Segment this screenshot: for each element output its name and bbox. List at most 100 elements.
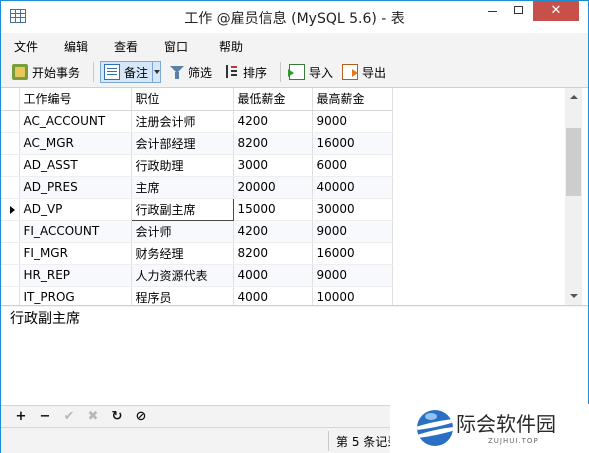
table-row[interactable]: FI_MGR 财务经理 8200 16000 <box>1 242 393 265</box>
memo-panel[interactable]: 行政副主席 <box>1 307 588 405</box>
table-cell[interactable]: AD_VP <box>19 198 132 221</box>
minimize-button[interactable] <box>479 1 505 21</box>
import-icon <box>288 64 305 80</box>
filter-icon <box>170 65 184 79</box>
title-bar: 工作 @雇员信息 (MySQL 5.6) - 表 ✕ <box>1 1 588 33</box>
column-header[interactable]: 最高薪金 <box>312 88 393 111</box>
header-row: 工作编号 职位 最低薪金 最高薪金 <box>1 88 393 111</box>
table-row[interactable]: AD_PRES 主席 20000 40000 <box>1 176 393 199</box>
begin-transaction-button[interactable]: 开始事务 <box>9 61 83 83</box>
sort-icon <box>223 64 239 80</box>
table-cell[interactable]: 10000 <box>312 286 393 305</box>
table-row[interactable]: FI_ACCOUNT 会计师 4200 9000 <box>1 220 393 243</box>
table-cell[interactable]: 4000 <box>233 286 313 305</box>
table-cell[interactable]: 16000 <box>312 242 393 265</box>
minimize-icon <box>487 11 497 12</box>
table-cell[interactable]: HR_REP <box>19 264 132 287</box>
table-cell[interactable]: 30000 <box>312 198 393 221</box>
table-row-current[interactable]: AD_VP 行政副主席 15000 30000 <box>1 197 393 221</box>
table-cell[interactable]: AD_ASST <box>19 154 132 177</box>
close-button[interactable]: ✕ <box>533 1 579 21</box>
close-icon: ✕ <box>550 3 562 18</box>
table-cell[interactable]: 主席 <box>131 176 234 199</box>
memo-text: 行政副主席 <box>10 311 80 327</box>
menu-window[interactable]: 窗口 <box>164 38 188 55</box>
menu-help[interactable]: 帮助 <box>219 38 243 55</box>
row-indicator[interactable] <box>1 198 20 221</box>
table-cell[interactable]: 9000 <box>312 110 393 133</box>
table-cell[interactable]: AD_PRES <box>19 176 132 199</box>
add-record-button[interactable]: + <box>12 408 30 426</box>
table-cell[interactable]: AC_ACCOUNT <box>19 110 132 133</box>
table-cell[interactable]: 行政助理 <box>131 154 234 177</box>
table-cell[interactable]: FI_ACCOUNT <box>19 220 132 243</box>
table-cell[interactable]: 程序员 <box>131 286 234 305</box>
row-indicator[interactable] <box>1 242 20 265</box>
table-row[interactable]: AD_ASST 行政助理 3000 6000 <box>1 154 393 177</box>
table-cell[interactable]: 3000 <box>233 154 313 177</box>
table-cell[interactable]: 会计部经理 <box>131 132 234 155</box>
refresh-button[interactable]: ↻ <box>108 408 126 426</box>
menu-view[interactable]: 查看 <box>114 38 138 55</box>
row-indicator[interactable] <box>1 110 20 133</box>
import-button[interactable]: 导入 <box>286 61 336 83</box>
table-cell[interactable]: 4000 <box>233 264 313 287</box>
apply-changes-button[interactable]: ✔ <box>60 408 78 426</box>
table-cell[interactable]: 16000 <box>312 132 393 155</box>
table-cell[interactable]: 9000 <box>312 220 393 243</box>
table-cell[interactable]: 财务经理 <box>131 242 234 265</box>
watermark-name: 际会软件园 <box>456 412 556 436</box>
table-cell[interactable]: 15000 <box>233 198 313 221</box>
table-cell[interactable]: 20000 <box>233 176 313 199</box>
table-cell[interactable]: IT_PROG <box>19 286 132 305</box>
column-header[interactable]: 工作编号 <box>19 88 132 111</box>
vertical-scrollbar[interactable] <box>565 88 582 305</box>
filter-label: 筛选 <box>188 65 213 80</box>
table-cell[interactable]: 4200 <box>233 110 313 133</box>
menu-edit[interactable]: 编辑 <box>64 38 88 55</box>
column-header[interactable]: 职位 <box>131 88 234 111</box>
table-cell[interactable]: AC_MGR <box>19 132 132 155</box>
scroll-down-icon[interactable] <box>565 288 582 305</box>
filter-button[interactable]: 筛选 <box>167 61 215 83</box>
row-indicator[interactable] <box>1 176 20 199</box>
maximize-button[interactable] <box>505 1 531 21</box>
menu-file[interactable]: 文件 <box>14 38 38 55</box>
column-header[interactable]: 最低薪金 <box>233 88 313 111</box>
table-row[interactable]: AC_MGR 会计部经理 8200 16000 <box>1 132 393 155</box>
table-cell-active[interactable]: 行政副主席 <box>130 197 234 221</box>
table-cell[interactable]: 注册会计师 <box>131 110 234 133</box>
discard-changes-button[interactable]: ✖ <box>84 408 102 426</box>
toolbar-separator <box>93 62 94 82</box>
row-indicator[interactable] <box>1 154 20 177</box>
table-cell[interactable]: 4200 <box>233 220 313 243</box>
row-indicator[interactable] <box>1 286 20 305</box>
table-cell[interactable]: 9000 <box>312 264 393 287</box>
scroll-up-icon[interactable] <box>565 88 582 105</box>
toolbar: 开始事务 备注 筛选 排序 导入 导出 <box>1 58 588 86</box>
table-cell[interactable]: 会计师 <box>131 220 234 243</box>
table-cell[interactable]: 8200 <box>233 242 313 265</box>
stop-button[interactable]: ⊘ <box>132 408 150 426</box>
memo-dropdown-icon[interactable] <box>152 61 161 83</box>
table-cell[interactable]: 人力资源代表 <box>131 264 234 287</box>
table-row[interactable]: HR_REP 人力资源代表 4000 9000 <box>1 264 393 287</box>
delete-record-button[interactable]: − <box>36 408 54 426</box>
table-cell[interactable]: FI_MGR <box>19 242 132 265</box>
memo-button[interactable]: 备注 <box>100 61 162 83</box>
row-indicator[interactable] <box>1 220 20 243</box>
sort-button[interactable]: 排序 <box>220 61 270 83</box>
row-indicator[interactable] <box>1 132 20 155</box>
memo-icon <box>104 64 120 80</box>
current-row-arrow-icon <box>10 205 15 214</box>
table-row[interactable]: AC_ACCOUNT 注册会计师 4200 9000 <box>1 110 393 133</box>
table-row[interactable]: IT_PROG 程序员 4000 10000 <box>1 286 393 305</box>
scrollbar-thumb[interactable] <box>566 128 581 196</box>
row-indicator[interactable] <box>1 264 20 287</box>
table-cell[interactable]: 6000 <box>312 154 393 177</box>
table-cell[interactable]: 40000 <box>312 176 393 199</box>
export-label: 导出 <box>362 65 387 80</box>
table-cell[interactable]: 8200 <box>233 132 313 155</box>
maximize-icon <box>513 6 523 14</box>
export-button[interactable]: 导出 <box>339 61 389 83</box>
